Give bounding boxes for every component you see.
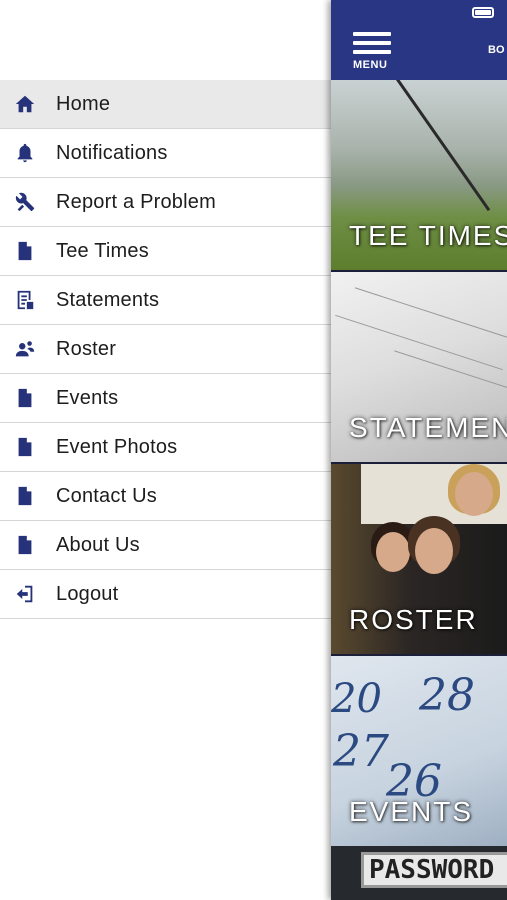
drawer-item-roster[interactable]: Roster — [0, 325, 331, 374]
drawer-item-label: Roster — [56, 337, 117, 360]
drawer-item-about-us[interactable]: About Us — [0, 521, 331, 570]
hamburger-icon-bar — [353, 41, 391, 45]
home-icon — [13, 92, 37, 116]
tile-statements[interactable]: STATEMENTS — [331, 272, 507, 462]
drawer-item-label: Event Photos — [56, 435, 178, 458]
drawer-item-events[interactable]: Events — [0, 374, 331, 423]
roster-photo-face — [376, 532, 410, 572]
top-bar: MENU BO — [331, 0, 507, 80]
hamburger-icon — [353, 32, 391, 36]
tile-label: STATEMENTS — [349, 412, 507, 443]
drawer-item-label: Events — [56, 386, 119, 409]
drawer-item-label: Home — [56, 92, 111, 115]
drawer-item-label: Logout — [56, 582, 119, 605]
hamburger-icon-bar — [353, 50, 391, 54]
drawer-item-label: Report a Problem — [56, 190, 216, 213]
document-icon — [13, 435, 37, 459]
drawer-item-label: Notifications — [56, 141, 168, 164]
tools-icon — [13, 190, 37, 214]
document-icon — [13, 533, 37, 557]
people-icon — [13, 337, 37, 361]
document-icon — [13, 239, 37, 263]
tile-label: EVENTS — [349, 796, 474, 827]
golf-club-image — [396, 80, 491, 212]
drawer-item-home[interactable]: Home — [0, 80, 331, 129]
main-content-panel: MENU BO TEE TIMES STATEMENTS ROSTER 20 2… — [331, 0, 507, 900]
tile-label: TEE TIMES — [349, 220, 507, 251]
drawer-item-tee-times[interactable]: Tee Times — [0, 227, 331, 276]
drawer-item-label: About Us — [56, 533, 140, 556]
tile-password[interactable]: PASSWORD — [331, 846, 507, 900]
drawer-item-notifications[interactable]: Notifications — [0, 129, 331, 178]
calendar-number: 20 — [331, 676, 382, 722]
calendar-number: 27 — [333, 726, 389, 777]
menu-label: MENU — [353, 59, 388, 71]
drawer-item-report-a-problem[interactable]: Report a Problem — [0, 178, 331, 227]
drawer-item-label: Statements — [56, 288, 160, 311]
drawer-item-contact-us[interactable]: Contact Us — [0, 472, 331, 521]
drawer-item-event-photos[interactable]: Event Photos — [0, 423, 331, 472]
statement-paper-line — [354, 287, 507, 338]
tile-events[interactable]: 20 28 27 26 EVENTS — [331, 656, 507, 846]
drawer-item-label: Tee Times — [56, 239, 149, 262]
document-icon — [13, 386, 37, 410]
tile-label: ROSTER — [349, 604, 478, 635]
battery-icon — [472, 7, 494, 18]
navigation-drawer: Home Notifications Report a Problem Tee … — [0, 0, 331, 900]
tile-label: PASSWORD — [361, 852, 507, 888]
drawer-item-logout[interactable]: Logout — [0, 570, 331, 619]
drawer-item-label: Contact Us — [56, 484, 157, 507]
menu-button[interactable]: MENU — [353, 32, 393, 74]
roster-photo-face — [415, 528, 453, 574]
calendar-number: 28 — [419, 670, 475, 721]
logout-icon — [13, 582, 37, 606]
document-icon — [13, 484, 37, 508]
top-bar-right-text[interactable]: BO — [488, 44, 505, 56]
tile-roster[interactable]: ROSTER — [331, 464, 507, 654]
tile-tee-times[interactable]: TEE TIMES — [331, 80, 507, 270]
bell-icon — [13, 141, 37, 165]
drawer-menu-list: Home Notifications Report a Problem Tee … — [0, 80, 331, 619]
statement-paper-line — [394, 350, 507, 395]
statement-paper-line — [335, 314, 503, 371]
drawer-item-statements[interactable]: Statements — [0, 276, 331, 325]
statement-icon — [13, 288, 37, 312]
roster-photo-face — [455, 472, 493, 516]
